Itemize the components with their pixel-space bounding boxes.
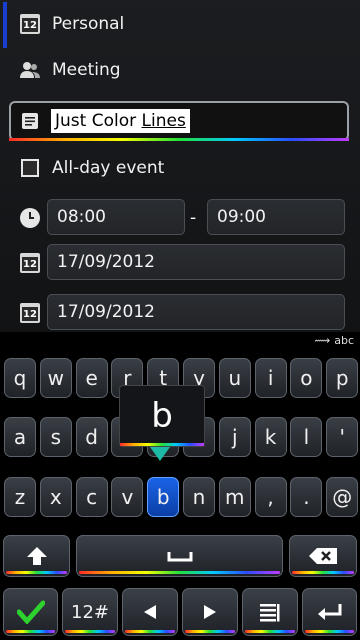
preview-rainbow bbox=[120, 443, 204, 446]
key-row1-2[interactable]: e bbox=[75, 358, 108, 398]
selection-indicator bbox=[3, 2, 7, 48]
space-rainbow bbox=[79, 571, 280, 574]
key-row1-6[interactable]: u bbox=[218, 358, 251, 398]
input-mode-indicator: ⟿ abc bbox=[314, 334, 354, 347]
done-key[interactable] bbox=[3, 588, 58, 636]
end-date-value: 17/09/2012 bbox=[57, 302, 155, 322]
key-row2-1[interactable]: s bbox=[39, 417, 72, 457]
shift-key[interactable] bbox=[3, 535, 70, 577]
symbols-rainbow bbox=[65, 630, 115, 633]
symbols-label: 12# bbox=[71, 601, 109, 623]
note-icon bbox=[19, 110, 41, 132]
entry-type-row[interactable]: Meeting bbox=[0, 48, 360, 92]
space-key[interactable] bbox=[76, 535, 283, 577]
cursor-right-key[interactable] bbox=[182, 588, 238, 636]
left-rainbow bbox=[125, 630, 175, 633]
allday-checkbox[interactable] bbox=[21, 159, 39, 177]
done-rainbow bbox=[6, 630, 55, 633]
input-mode-label: abc bbox=[334, 334, 354, 347]
start-date-field[interactable]: 17/09/2012 bbox=[47, 244, 345, 280]
end-time-value: 09:00 bbox=[217, 207, 266, 227]
key-row1-7[interactable]: i bbox=[254, 358, 287, 398]
checkmark-icon bbox=[16, 600, 45, 624]
key-row3-6[interactable]: m bbox=[218, 477, 251, 517]
allday-checkbox-wrap bbox=[19, 157, 41, 179]
calendar-label: Personal bbox=[52, 14, 125, 34]
menu-list-icon bbox=[260, 604, 280, 622]
key-preview-popup: b bbox=[119, 385, 205, 447]
shift-rainbow bbox=[6, 571, 67, 574]
clock-icon bbox=[19, 207, 41, 229]
title-field[interactable]: Just Color Lines bbox=[9, 101, 349, 141]
arrow-left-icon bbox=[144, 605, 156, 619]
menu-rainbow bbox=[245, 630, 295, 633]
end-date-field[interactable]: 17/09/2012 bbox=[47, 294, 345, 330]
key-row2-7[interactable]: k bbox=[254, 417, 287, 457]
key-row3-8[interactable]: . bbox=[290, 477, 323, 517]
backspace-icon bbox=[309, 548, 337, 564]
backspace-key[interactable] bbox=[289, 535, 357, 577]
key-row3-7[interactable]: , bbox=[254, 477, 287, 517]
key-row2-6[interactable]: j bbox=[218, 417, 251, 457]
cursor-left-key[interactable] bbox=[122, 588, 178, 636]
entry-type-label: Meeting bbox=[52, 60, 121, 80]
start-date-value: 17/09/2012 bbox=[57, 252, 155, 272]
enter-rainbow bbox=[305, 630, 354, 633]
start-date-icon: 12 bbox=[19, 252, 41, 274]
key-row2-8[interactable]: l bbox=[290, 417, 323, 457]
calendar-icon: 12 bbox=[19, 13, 41, 35]
key-row2-0[interactable]: a bbox=[4, 417, 36, 457]
enter-key[interactable] bbox=[302, 588, 357, 636]
rainbow-underline bbox=[9, 138, 349, 141]
allday-label: All-day event bbox=[52, 158, 165, 178]
calendar-entry-form: 12 Personal Meeting Just Color Lines All… bbox=[0, 0, 360, 332]
time-separator: - bbox=[190, 208, 197, 228]
end-date-icon: 12 bbox=[19, 302, 41, 324]
end-time-field[interactable]: 09:00 bbox=[207, 199, 345, 235]
space-icon bbox=[167, 552, 192, 562]
start-time-field[interactable]: 08:00 bbox=[47, 199, 185, 235]
people-icon bbox=[19, 59, 41, 81]
key-row3-3[interactable]: v bbox=[111, 477, 144, 517]
key-row1-8[interactable]: o bbox=[290, 358, 323, 398]
key-preview-char: b bbox=[151, 396, 173, 436]
enter-icon bbox=[317, 604, 341, 620]
symbols-key[interactable]: 12# bbox=[62, 588, 118, 636]
key-row3-2[interactable]: c bbox=[75, 477, 108, 517]
title-text: Just Color Lines bbox=[51, 109, 190, 133]
calendar-row[interactable]: 12 Personal bbox=[0, 0, 360, 48]
key-row3-9[interactable]: @ bbox=[326, 477, 359, 517]
key-row3-0[interactable]: z bbox=[4, 477, 36, 517]
key-row3-4[interactable]: b bbox=[147, 477, 180, 517]
shift-icon bbox=[26, 547, 47, 565]
allday-row[interactable]: All-day event bbox=[0, 148, 360, 188]
start-time-value: 08:00 bbox=[57, 207, 106, 227]
menu-key[interactable] bbox=[242, 588, 298, 636]
key-row3-1[interactable]: x bbox=[39, 477, 72, 517]
arrow-right-icon bbox=[204, 605, 216, 619]
key-row1-9[interactable]: p bbox=[326, 358, 359, 398]
key-row2-2[interactable]: d bbox=[75, 417, 108, 457]
key-preview-pointer bbox=[150, 447, 170, 461]
key-row2-9[interactable]: ' bbox=[326, 417, 359, 457]
key-row3-5[interactable]: n bbox=[183, 477, 215, 517]
key-row1-0[interactable]: q bbox=[4, 358, 36, 398]
predictive-text-icon: ⟿ bbox=[314, 334, 331, 347]
backspace-rainbow bbox=[292, 571, 354, 574]
key-row1-1[interactable]: w bbox=[39, 358, 72, 398]
right-rainbow bbox=[185, 630, 235, 633]
